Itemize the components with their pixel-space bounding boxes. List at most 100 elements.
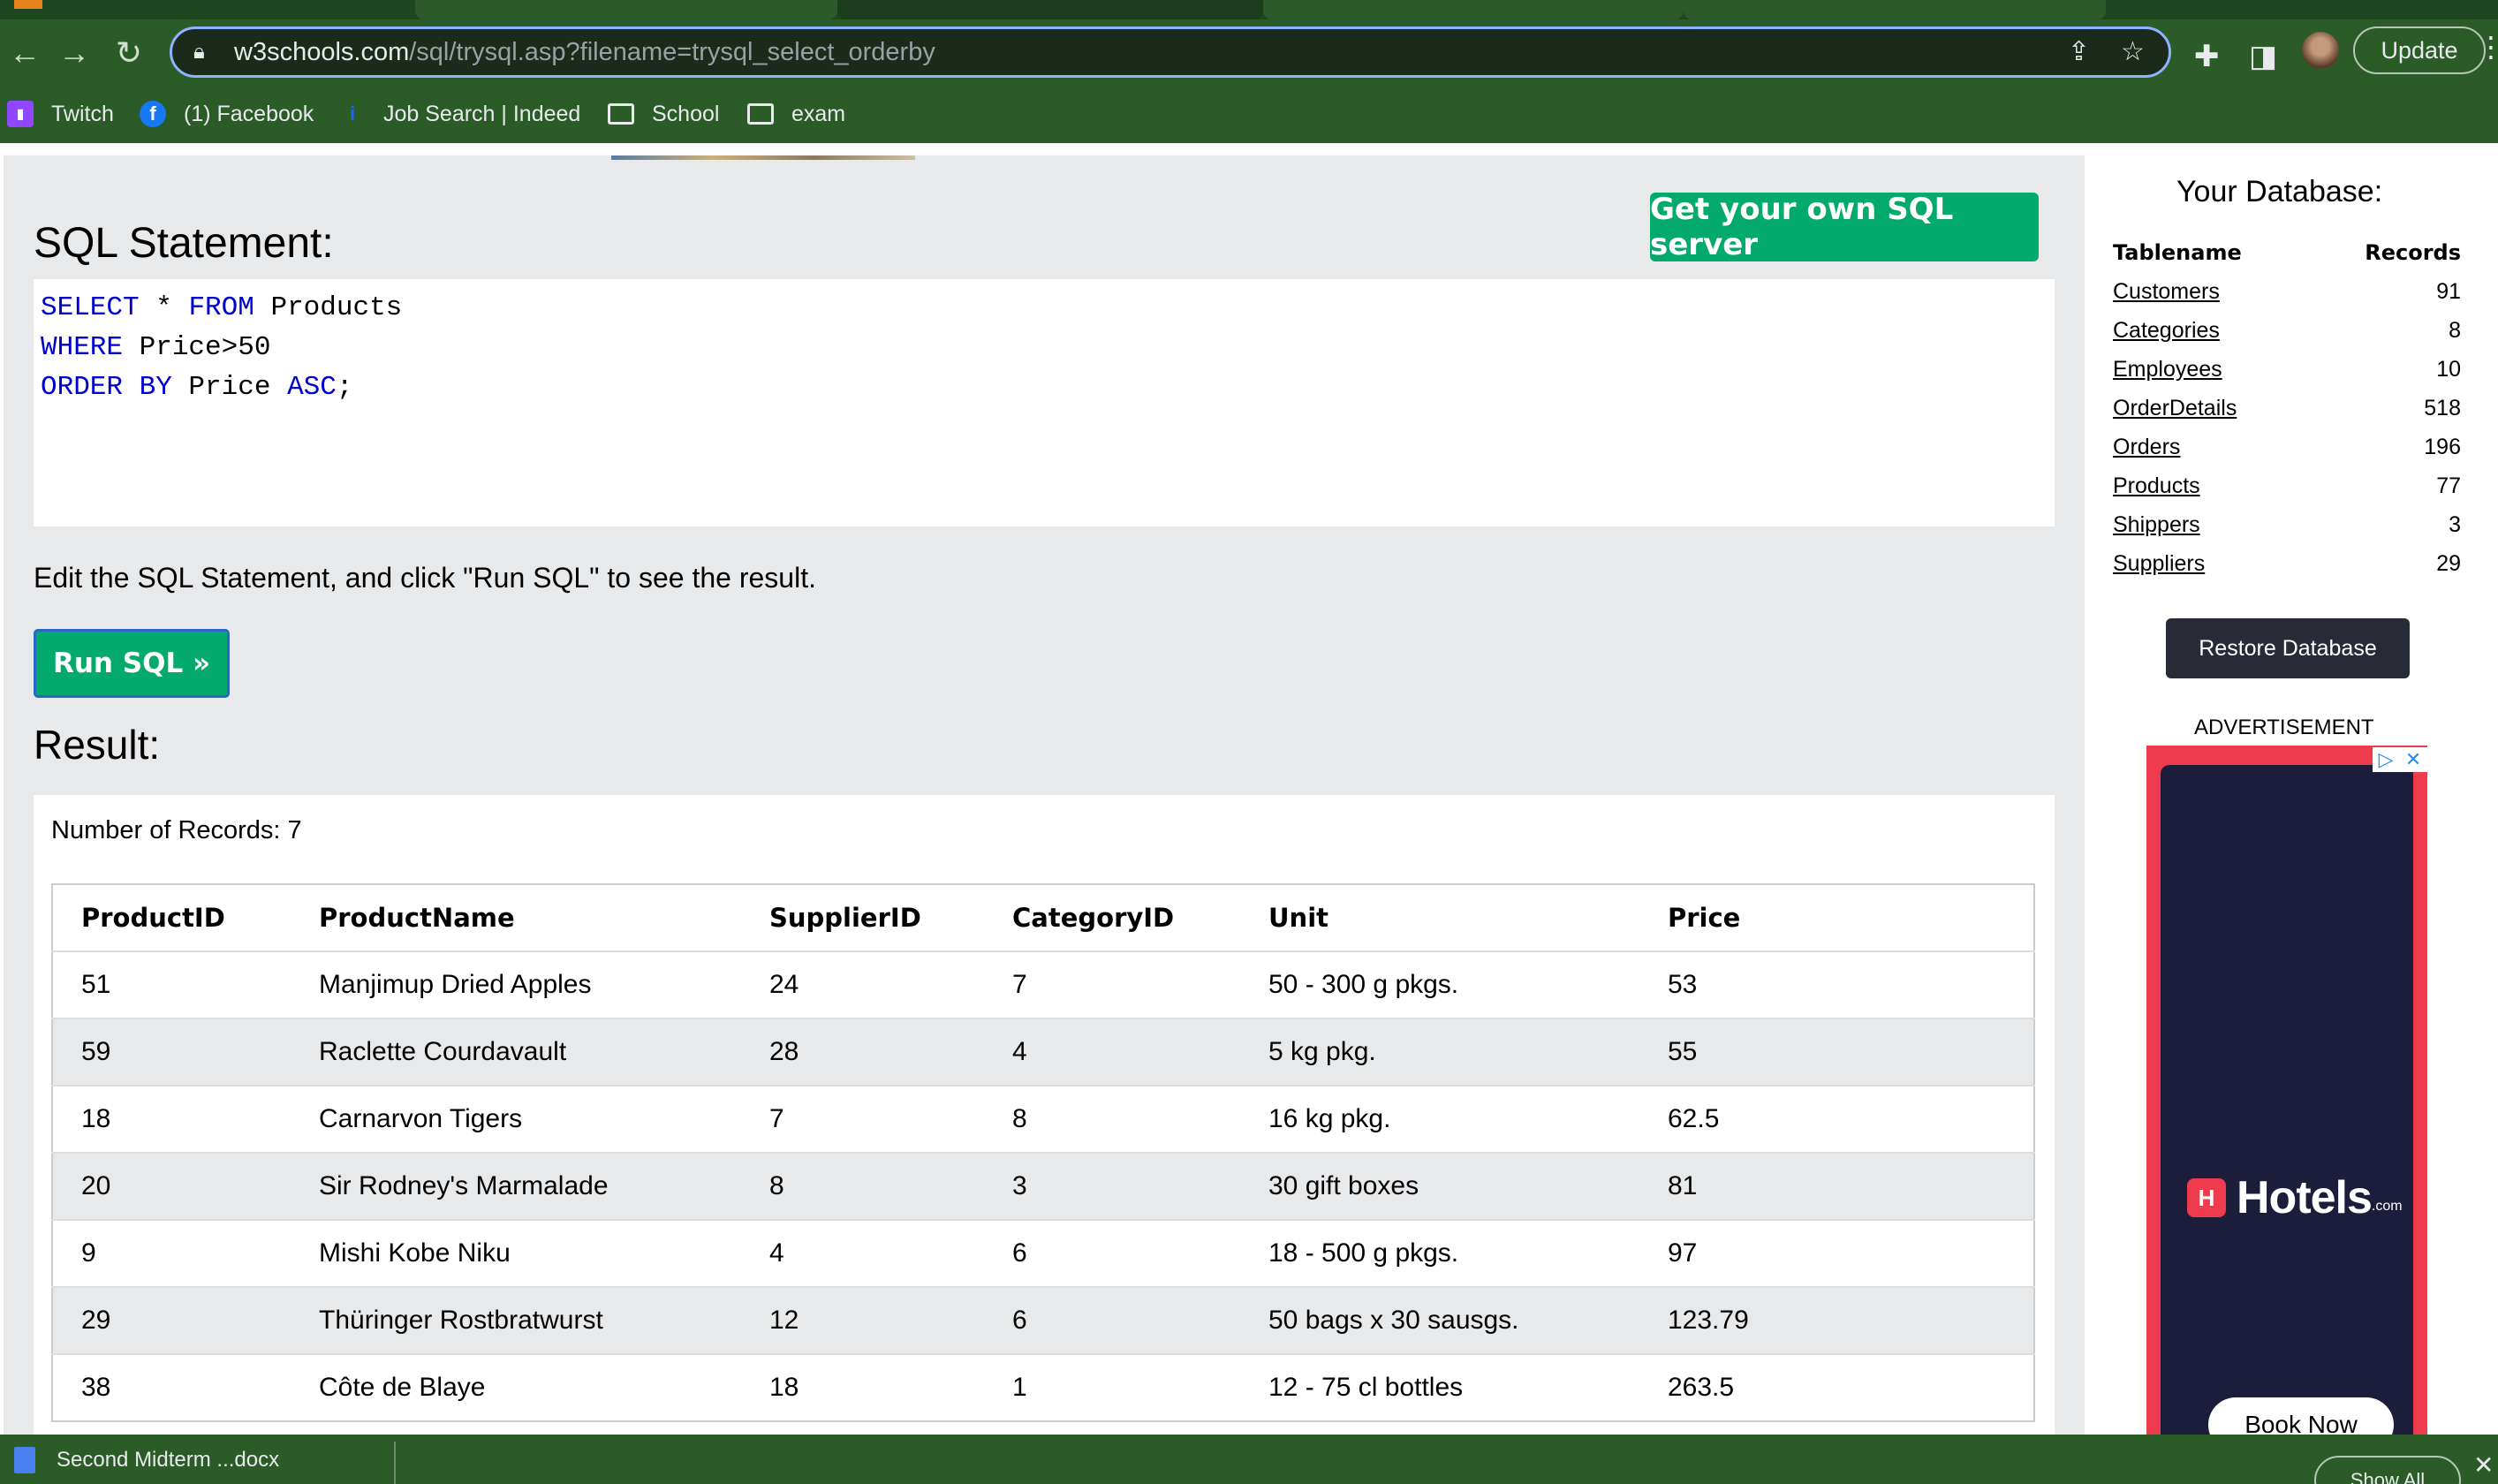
database-table-list: Tablename Records Customers 91 Categories 8…: [2113, 233, 2461, 583]
address-bar[interactable]: 🔒︎ w3schools.com/sql/trysql.asp?filename…: [170, 26, 2171, 78]
show-all-button[interactable]: Show All: [2314, 1456, 2461, 1484]
table-row: 29 Thüringer Rostbratwurst 12 6 50 bags x 30…: [52, 1286, 2034, 1354]
table-cell: 18: [741, 1353, 984, 1421]
folder-icon: [608, 101, 634, 127]
back-icon[interactable]: ←: [0, 19, 49, 87]
db-table-row: Products 77: [2113, 466, 2461, 505]
table-cell: 97: [1639, 1219, 2034, 1287]
table-cell: Thüringer Rostbratwurst: [291, 1286, 741, 1354]
downloads-bar: Second Midterm ...docx Show All ✕: [0, 1435, 2498, 1484]
db-record-count: 196: [2424, 434, 2461, 459]
side-panel-icon[interactable]: ◨: [2249, 39, 2277, 74]
table-cell: 6: [984, 1219, 1240, 1287]
db-table-row: Shippers 3: [2113, 505, 2461, 544]
tab[interactable]: [1263, 0, 1684, 19]
table-row: 51 Manjimup Dried Apples 24 7 50 - 300 g pkg…: [52, 950, 2034, 1018]
advertisement[interactable]: H Hotels .com Book Now: [2146, 746, 2427, 1463]
tab[interactable]: [415, 0, 837, 19]
share-icon[interactable]: ⇪: [2068, 36, 2090, 67]
hotels-icon: H: [2187, 1178, 2226, 1217]
db-table-row: Orders 196: [2113, 428, 2461, 466]
download-item[interactable]: Second Midterm ...docx: [14, 1447, 279, 1473]
table-cell: Côte de Blaye: [291, 1353, 741, 1421]
db-record-count: 10: [2436, 356, 2461, 382]
tab-active[interactable]: [837, 0, 1263, 19]
hotels-logo: H Hotels .com: [2187, 1171, 2403, 1224]
table-cell: 28: [741, 1018, 984, 1086]
table-cell: 55: [1639, 1018, 2034, 1086]
db-record-count: 77: [2436, 473, 2461, 498]
table-cell: 81: [1639, 1152, 2034, 1220]
folder-icon: [747, 101, 774, 127]
bookmark-exam[interactable]: exam: [747, 99, 845, 129]
sql-text: *: [139, 292, 189, 323]
tab[interactable]: [1684, 0, 2106, 19]
table-cell: 50 bags x 30 sausgs.: [1240, 1286, 1639, 1354]
table-cell: 9: [52, 1219, 291, 1287]
table-cell: 5 kg pkg.: [1240, 1018, 1639, 1086]
avatar[interactable]: [2302, 32, 2339, 69]
tab-favicon: [14, 0, 42, 9]
extensions-icon[interactable]: ✚: [2194, 39, 2220, 74]
forward-icon[interactable]: →: [49, 19, 99, 87]
table-cell: 50 - 300 g pkgs.: [1240, 950, 1639, 1018]
menu-icon[interactable]: ⋮: [2477, 30, 2498, 64]
twitch-icon: ▮: [7, 101, 34, 127]
table-row: 38 Côte de Blaye 18 1 12 - 75 cl bottles 263.…: [52, 1353, 2034, 1421]
db-table-header: Tablename Records: [2113, 233, 2461, 272]
table-cell: 38: [52, 1353, 291, 1421]
db-table-link[interactable]: OrderDetails: [2113, 396, 2237, 421]
your-database-title: Your Database:: [2176, 175, 2383, 208]
sql-keyword: SELECT: [41, 292, 140, 323]
sql-text: Products: [254, 292, 403, 323]
bookmark-twitch[interactable]: ▮ Twitch: [7, 99, 114, 129]
instructions-text: Edit the SQL Statement, and click "Run S…: [34, 562, 816, 594]
document-icon: [14, 1447, 35, 1473]
column-header: Price: [1668, 903, 1741, 933]
db-table-link[interactable]: Orders: [2113, 435, 2180, 460]
ad-choices-close-icon[interactable]: ▷ ✕: [2373, 747, 2427, 772]
download-label: Second Midterm ...docx: [57, 1448, 280, 1472]
table-cell: 4: [741, 1219, 984, 1287]
table-cell: 30 gift boxes: [1240, 1152, 1639, 1220]
table-cell: 62.5: [1639, 1085, 2034, 1153]
bookmark-label: exam: [791, 101, 846, 126]
lock-icon: 🔒︎: [193, 40, 205, 64]
bookmark-star-icon[interactable]: ☆: [2121, 36, 2145, 67]
restore-database-button[interactable]: Restore Database: [2166, 618, 2410, 678]
bookmark-facebook[interactable]: f (1) Facebook: [140, 99, 314, 129]
sql-editor[interactable]: SELECT * FROM Products WHERE Price>50 ORDE…: [34, 279, 2055, 526]
bookmark-label: Twitch: [51, 101, 114, 126]
db-table-row: Categories 8: [2113, 311, 2461, 350]
close-icon[interactable]: ✕: [2473, 1450, 2494, 1480]
tryit-panel: SQL Statement: Get your own SQL server S…: [4, 155, 2085, 1449]
code-line: ORDER BY Price ASC;: [41, 367, 2048, 407]
db-table-link[interactable]: Categories: [2113, 318, 2220, 344]
run-sql-button[interactable]: Run SQL »: [34, 629, 230, 698]
db-record-count: 518: [2424, 395, 2461, 420]
sql-keyword: WHERE: [41, 332, 124, 363]
table-cell: 263.5: [1639, 1353, 2034, 1421]
table-cell: Carnarvon Tigers: [291, 1085, 741, 1153]
db-table-link[interactable]: Products: [2113, 473, 2200, 499]
column-header: CategoryID: [1012, 903, 1175, 933]
db-table-link[interactable]: Employees: [2113, 357, 2222, 382]
records-header: Records: [2365, 240, 2461, 265]
db-table-link[interactable]: Customers: [2113, 279, 2220, 305]
table-cell: 12 - 75 cl bottles: [1240, 1353, 1639, 1421]
ad-creative[interactable]: H Hotels .com Book Now: [2161, 765, 2413, 1463]
table-row: 20 Sir Rodney's Marmalade 8 3 30 gift boxes 8…: [52, 1152, 2034, 1220]
url-text: w3schools.com/sql/trysql.asp?filename=tr…: [234, 37, 935, 66]
db-table-link[interactable]: Shippers: [2113, 512, 2200, 538]
update-button[interactable]: Update: [2353, 26, 2486, 74]
db-table-link[interactable]: Suppliers: [2113, 551, 2205, 577]
get-sql-server-button[interactable]: Get your own SQL server: [1650, 192, 2039, 262]
bookmark-indeed[interactable]: i Job Search | Indeed: [339, 99, 580, 129]
db-table-row: Suppliers 29: [2113, 544, 2461, 583]
table-cell: 1: [984, 1353, 1240, 1421]
db-record-count: 29: [2436, 550, 2461, 576]
bookmark-school[interactable]: School: [608, 99, 719, 129]
reload-icon[interactable]: ↻: [104, 19, 154, 87]
result-table: ProductID ProductName SupplierID CategoryID…: [51, 883, 2035, 1422]
bookmark-label: (1) Facebook: [184, 101, 314, 126]
